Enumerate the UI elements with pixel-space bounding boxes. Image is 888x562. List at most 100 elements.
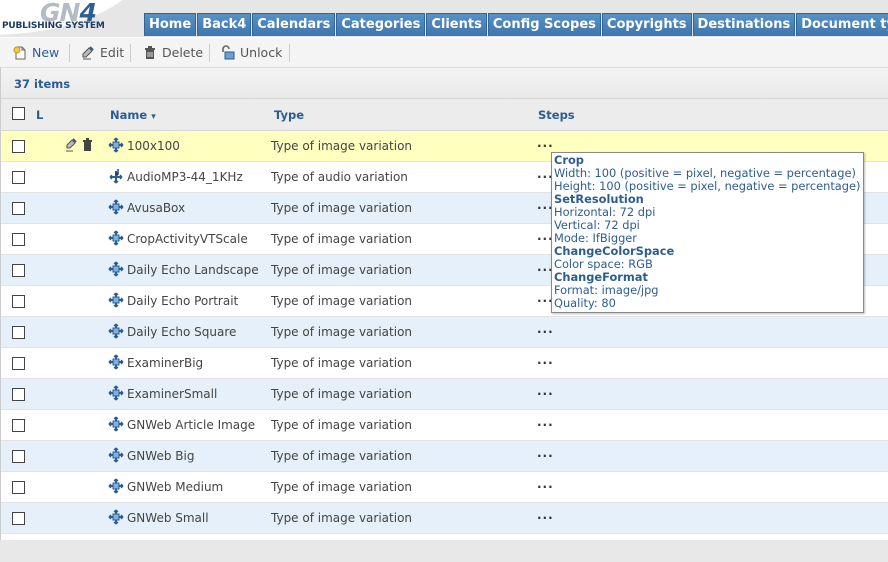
tab-copyrights[interactable]: Copyrights [601, 13, 692, 36]
row-checkbox[interactable] [12, 233, 25, 246]
item-count: 37 items [1, 67, 888, 98]
row-steps[interactable]: ... [537, 322, 554, 336]
toolbar-divider [209, 44, 210, 62]
row-name[interactable]: GNWeb Big [127, 449, 194, 463]
tab-clients[interactable]: Clients [426, 13, 487, 36]
image-variation-icon [108, 447, 124, 463]
row-checkbox[interactable] [12, 140, 25, 153]
unlock-button[interactable]: Unlock [220, 44, 282, 62]
tab-calendars[interactable]: Calendars [252, 13, 336, 36]
table-row[interactable]: ExaminerBig Type of image variation... [1, 348, 888, 379]
toolbar-divider [69, 44, 70, 62]
row-type: Type of image variation [271, 418, 413, 432]
row-type: Type of image variation [271, 387, 413, 401]
image-variation-icon [108, 230, 124, 246]
row-steps[interactable]: ... [537, 477, 554, 491]
row-name[interactable]: Daily Echo Square [127, 325, 236, 339]
tooltip-step-param: Quality: 80 [554, 296, 616, 310]
row-name[interactable]: GNWeb Medium [127, 480, 223, 494]
row-type: Type of image variation [271, 294, 413, 308]
main-tabs: Home Back4 Calendars Categories Clients Confi… [144, 13, 888, 37]
unlock-icon [220, 45, 236, 61]
row-steps[interactable]: ... [537, 415, 554, 429]
steps-tooltip: Crop Width: 100 (positive = pixel, negati… [551, 152, 864, 313]
row-type: Type of image variation [271, 201, 413, 215]
column-headers: L Name ▾ Type Steps [1, 98, 888, 131]
unlock-button-label: Unlock [240, 45, 283, 60]
image-variation-icon [108, 292, 124, 308]
row-name[interactable]: ExaminerBig [127, 356, 203, 370]
row-name[interactable]: GNWeb Small [127, 511, 209, 525]
row-checkbox[interactable] [12, 357, 25, 370]
app-header: GN4 PUBLISHING SYSTEM Home Back4 Calendars… [0, 0, 888, 37]
column-name-header[interactable]: Name ▾ [110, 108, 156, 122]
row-checkbox[interactable] [12, 264, 25, 277]
table-row[interactable]: GNWeb Big Type of image variation... [1, 441, 888, 472]
image-variation-icon [108, 416, 124, 432]
row-steps[interactable]: ... [537, 353, 554, 367]
tab-destinations[interactable]: Destinations [692, 13, 796, 36]
toolbar-divider [289, 44, 290, 62]
column-type-header[interactable]: Type [274, 108, 304, 122]
tab-document-types[interactable]: Document types [796, 13, 888, 36]
row-checkbox[interactable] [12, 326, 25, 339]
row-steps[interactable]: ... [537, 384, 554, 398]
row-name[interactable]: AvusaBox [127, 201, 185, 215]
new-button[interactable]: New [12, 44, 59, 62]
row-checkbox[interactable] [12, 512, 25, 525]
column-steps-header[interactable]: Steps [538, 108, 575, 122]
toolbar-divider [130, 44, 131, 62]
table-row[interactable]: GNWeb Small Type of image variation... [1, 503, 888, 534]
trash-icon [142, 45, 158, 61]
image-variation-icon [108, 137, 124, 153]
row-edit-icon[interactable] [65, 137, 78, 156]
row-type: Type of image variation [271, 263, 413, 277]
image-variation-icon [108, 385, 124, 401]
select-all-checkbox[interactable] [12, 107, 25, 120]
logo-subtitle: PUBLISHING SYSTEM [2, 21, 105, 31]
delete-button[interactable]: Delete [142, 44, 203, 62]
row-name[interactable]: Daily Echo Landscape [127, 263, 259, 277]
image-variation-icon [108, 478, 124, 494]
table-row[interactable]: ExaminerSmall Type of image variation... [1, 379, 888, 410]
row-type: Type of image variation [271, 511, 413, 525]
row-type: Type of image variation [271, 139, 413, 153]
row-name[interactable]: GNWeb Article Image [127, 418, 255, 432]
row-steps[interactable]: ... [537, 446, 554, 460]
image-variation-icon [108, 354, 124, 370]
sort-descending-icon: ▾ [151, 112, 156, 122]
edit-button[interactable]: Edit [80, 44, 124, 62]
row-steps[interactable]: ... [537, 136, 554, 150]
edit-pencil-icon [80, 45, 96, 61]
table-row[interactable]: GNWeb Medium Type of image variation... [1, 472, 888, 503]
row-checkbox[interactable] [12, 171, 25, 184]
row-type: Type of image variation [271, 356, 413, 370]
tab-categories[interactable]: Categories [336, 13, 426, 36]
image-variation-icon [108, 261, 124, 277]
row-type: Type of audio variation [271, 170, 408, 184]
tab-back4[interactable]: Back4 [197, 13, 252, 36]
row-name[interactable]: ExaminerSmall [127, 387, 217, 401]
row-name[interactable]: Daily Echo Portrait [127, 294, 238, 308]
row-checkbox[interactable] [12, 450, 25, 463]
tab-home[interactable]: Home [144, 13, 197, 36]
image-variation-icon [108, 509, 124, 525]
tab-config-scopes[interactable]: Config Scopes [487, 13, 601, 36]
table-row[interactable]: Daily Echo Square Type of image variation… [1, 317, 888, 348]
column-lock-header[interactable]: L [36, 108, 43, 122]
row-delete-icon[interactable] [81, 137, 94, 156]
row-name[interactable]: 100x100 [127, 139, 180, 153]
row-steps[interactable]: ... [537, 508, 554, 522]
audio-variation-icon [108, 168, 124, 184]
row-type: Type of image variation [271, 325, 413, 339]
row-name[interactable]: AudioMP3-44_1KHz [127, 170, 243, 184]
edit-button-label: Edit [100, 45, 125, 60]
row-checkbox[interactable] [12, 202, 25, 215]
toolbar: New Edit Delete Unlock [0, 37, 888, 69]
row-checkbox[interactable] [12, 481, 25, 494]
row-checkbox[interactable] [12, 295, 25, 308]
row-name[interactable]: CropActivityVTScale [127, 232, 248, 246]
table-row[interactable]: GNWeb Article Image Type of image variati… [1, 410, 888, 441]
row-checkbox[interactable] [12, 388, 25, 401]
row-checkbox[interactable] [12, 419, 25, 432]
